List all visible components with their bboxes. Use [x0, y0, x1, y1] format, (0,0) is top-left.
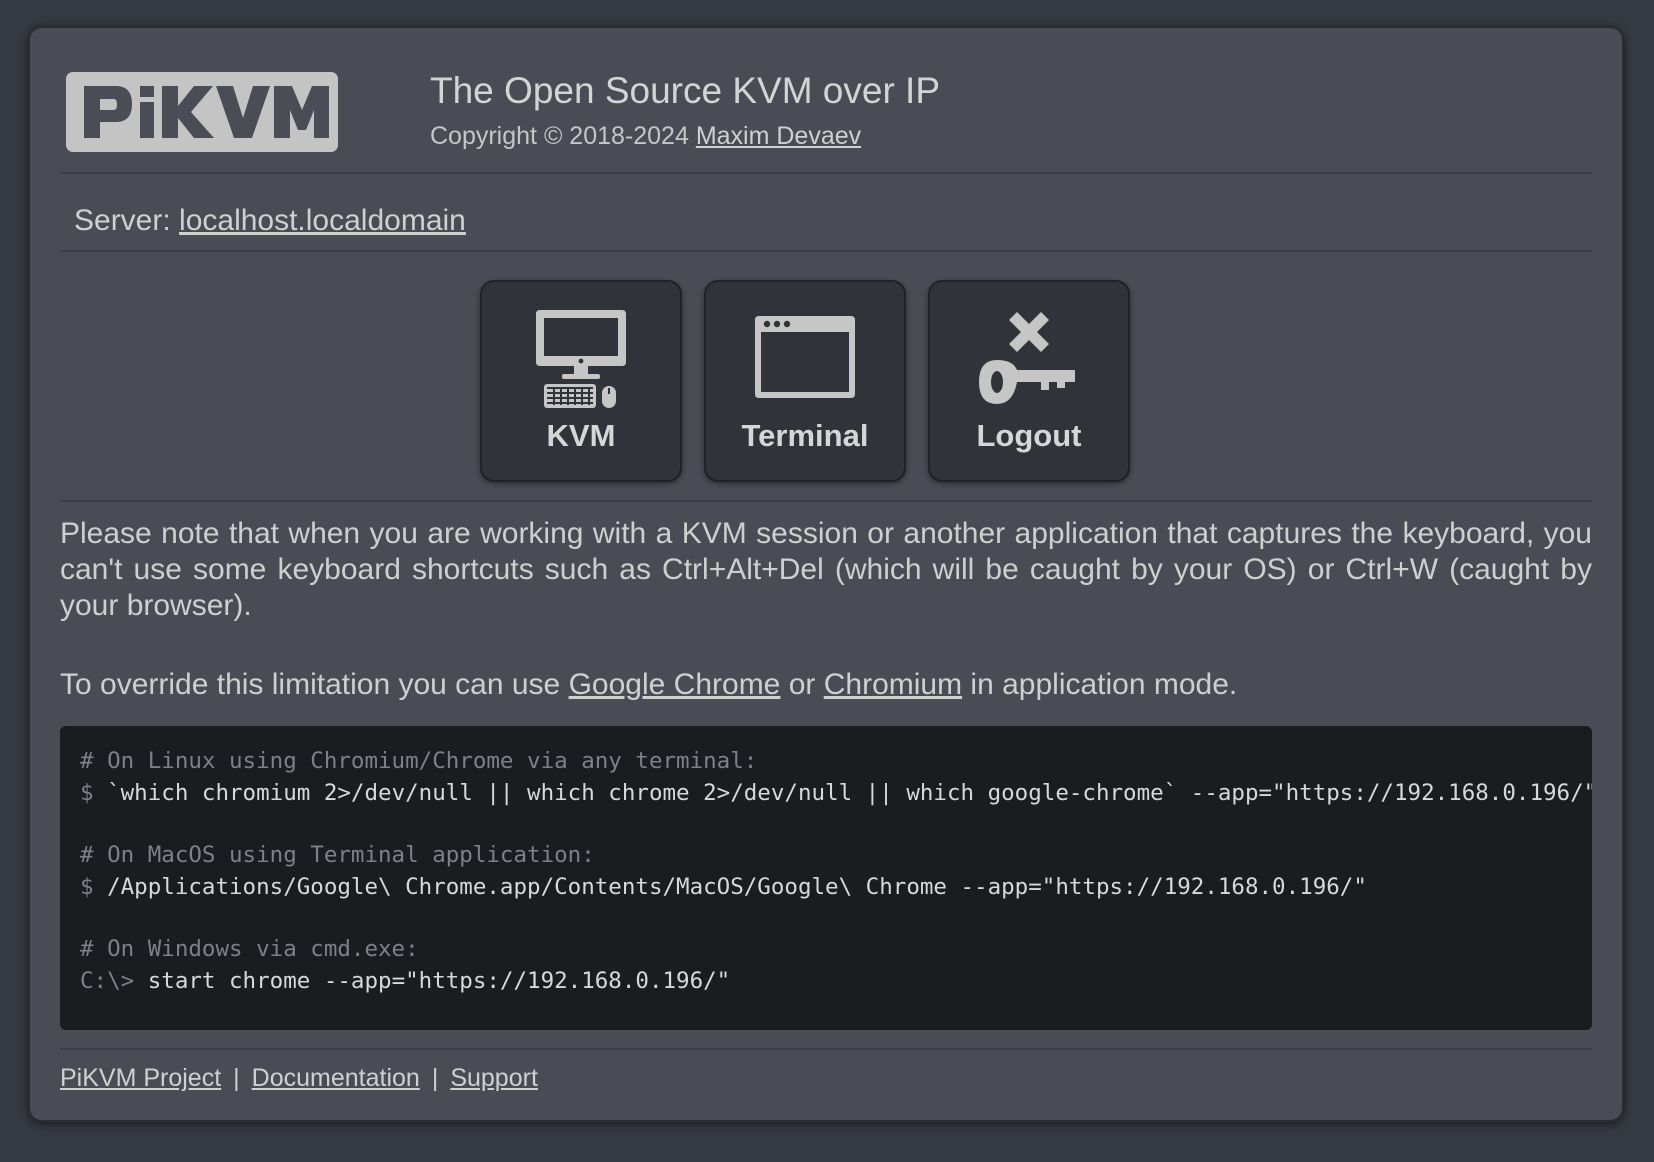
code-line: C:\> start chrome --app="https://192.168… [80, 968, 730, 994]
code-prompt: C:\> [80, 968, 148, 994]
page-title: The Open Source KVM over IP [430, 70, 941, 111]
code-comment: # On Linux using Chromium/Chrome via any… [80, 748, 758, 774]
divider [60, 250, 1592, 252]
server-info: Server: localhost.localdomain [74, 204, 466, 238]
copyright-text: Copyright © 2018-2024 [430, 122, 696, 150]
code-prompt: $ [80, 780, 108, 806]
kvm-button[interactable]: KVM [480, 280, 682, 482]
logout-button[interactable]: Logout [928, 280, 1130, 482]
terminal-button[interactable]: Terminal [704, 280, 906, 482]
code-line: $ `which chromium 2>/dev/null || which c… [80, 780, 1592, 806]
footer-link-pikvm-project[interactable]: PiKVM Project [60, 1064, 221, 1092]
footer-link-documentation[interactable]: Documentation [252, 1064, 420, 1092]
author-link[interactable]: Maxim Devaev [696, 122, 861, 150]
pikvm-logo [66, 72, 338, 152]
footer: PiKVM Project | Documentation | Support [60, 1064, 538, 1093]
code-comment: # On Windows via cmd.exe: [80, 936, 419, 962]
index-window: The Open Source KVM over IP Copyright © … [28, 26, 1624, 1122]
override-suffix: in application mode. [962, 668, 1238, 701]
code-comment: # On MacOS using Terminal application: [80, 842, 595, 868]
terminal-window-icon [706, 308, 904, 412]
kvm-button-label: KVM [546, 418, 616, 453]
divider [60, 500, 1592, 502]
divider [60, 172, 1592, 174]
monitor-keyboard-icon [482, 308, 680, 412]
index-content: The Open Source KVM over IP Copyright © … [60, 28, 1592, 1120]
pikvm-logo-graphic [84, 86, 329, 138]
override-hint: To override this limitation you can use … [60, 668, 1237, 702]
code-command: start chrome --app="https://192.168.0.19… [147, 968, 731, 994]
code-prompt: $ [80, 874, 108, 900]
google-chrome-link[interactable]: Google Chrome [569, 668, 781, 701]
chromium-link[interactable]: Chromium [824, 668, 962, 701]
override-or: or [780, 668, 824, 701]
keyboard-note: Please note that when you are working wi… [60, 517, 1592, 622]
header: The Open Source KVM over IP Copyright © … [60, 28, 1592, 182]
key-logout-icon [930, 308, 1128, 412]
logout-button-label: Logout [976, 418, 1082, 453]
code-line: $ /Applications/Google\ Chrome.app/Conte… [80, 874, 1367, 900]
code-block[interactable]: # On Linux using Chromium/Chrome via any… [60, 726, 1592, 1030]
override-prefix: To override this limitation you can use [60, 668, 569, 701]
server-label: Server: [74, 204, 180, 237]
terminal-button-label: Terminal [741, 418, 869, 453]
server-hostname-link[interactable]: localhost.localdomain [179, 204, 466, 237]
footer-link-support[interactable]: Support [450, 1064, 538, 1092]
code-command: `which chromium 2>/dev/null || which chr… [107, 780, 1592, 806]
footer-separator: | [431, 1064, 439, 1092]
code-command: /Applications/Google\ Chrome.app/Content… [107, 874, 1367, 900]
footer-separator: | [233, 1064, 240, 1092]
divider [60, 1048, 1592, 1050]
copyright: Copyright © 2018-2024 Maxim Devaev [430, 122, 861, 151]
